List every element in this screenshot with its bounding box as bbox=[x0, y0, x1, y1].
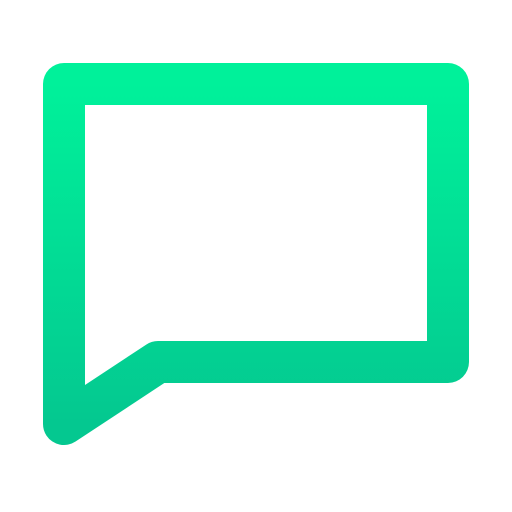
plus-icon bbox=[183, 150, 329, 296]
add-comment-svg bbox=[43, 63, 469, 445]
add-comment-icon[interactable] bbox=[0, 0, 512, 512]
